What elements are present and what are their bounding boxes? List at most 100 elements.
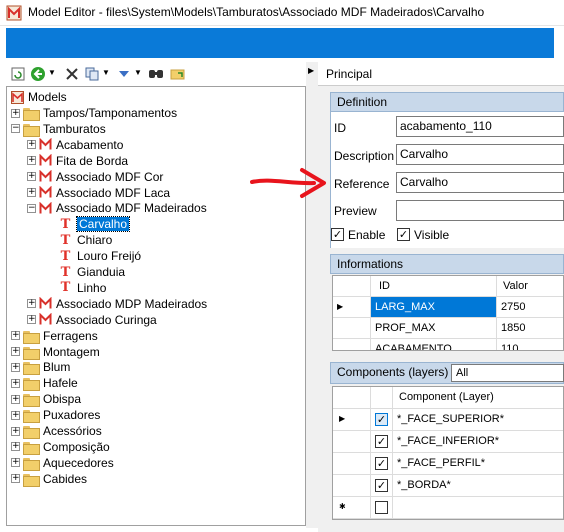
expand-icon[interactable]: +: [11, 394, 20, 404]
layer-checkbox[interactable]: ✓: [375, 435, 388, 448]
table-cell[interactable]: 2750: [497, 297, 563, 318]
expand-icon[interactable]: +: [27, 140, 36, 150]
tree-item[interactable]: + Tampos/Tamponamentos: [11, 105, 177, 121]
copy-dropdown-arrow-icon[interactable]: ▼: [102, 68, 110, 77]
col-header-component[interactable]: Component (Layer): [393, 387, 563, 409]
delete-icon[interactable]: [64, 66, 80, 82]
tree-item[interactable]: + Blum: [11, 359, 70, 376]
layer-checkbox-cell[interactable]: ✓: [371, 475, 393, 497]
tab-principal[interactable]: Principal: [318, 62, 564, 86]
arrow-down-icon[interactable]: [116, 66, 132, 82]
expand-icon[interactable]: +: [11, 458, 20, 468]
tree-item[interactable]: + Cabides: [11, 471, 87, 487]
grid-corner: [333, 387, 371, 409]
table-cell[interactable]: LARG_MAX: [371, 297, 497, 318]
description-field[interactable]: Carvalho: [396, 144, 564, 165]
expand-icon[interactable]: +: [27, 188, 36, 197]
collapse-arrow-icon[interactable]: ▶: [308, 66, 314, 75]
table-cell[interactable]: 110: [497, 339, 563, 350]
id-field[interactable]: acabamento_110: [396, 116, 564, 137]
model-editor-app-icon: [6, 5, 22, 21]
expand-icon[interactable]: +: [11, 378, 20, 388]
layer-checkbox-cell[interactable]: ✓: [371, 431, 393, 453]
expand-icon[interactable]: +: [11, 347, 20, 356]
tree-item[interactable]: + Obispa: [11, 391, 81, 408]
tree-item[interactable]: + Fita de Borda: [27, 153, 128, 169]
layer-name-cell[interactable]: *_FACE_PERFIL*: [393, 453, 563, 475]
expand-icon[interactable]: +: [11, 410, 20, 420]
expand-icon[interactable]: +: [11, 331, 20, 341]
back-icon[interactable]: [30, 66, 46, 82]
tree-item[interactable]: T Carvalho: [59, 216, 131, 233]
layer-checkbox[interactable]: ✓: [375, 479, 388, 492]
expand-icon[interactable]: +: [11, 108, 20, 118]
tree-item[interactable]: T Linho: [59, 280, 107, 296]
back-dropdown-arrow-icon[interactable]: ▼: [48, 68, 56, 77]
copy-icon[interactable]: [84, 66, 100, 82]
tree-item[interactable]: + Associado MDP Madeirados: [27, 296, 207, 312]
models-tree[interactable]: Models + Tampos/Tamponamentos − Tamburatos +…: [6, 86, 306, 526]
tree-item[interactable]: + Acessórios: [11, 423, 102, 439]
expand-icon[interactable]: +: [11, 474, 20, 484]
expand-icon[interactable]: +: [27, 315, 36, 325]
col-header-valor[interactable]: Valor: [497, 276, 563, 297]
layer-name-cell[interactable]: *_FACE_INFERIOR*: [393, 431, 563, 453]
visible-checkbox[interactable]: ✓: [397, 228, 410, 241]
table-cell[interactable]: PROF_MAX: [371, 318, 497, 339]
folder-icon: [23, 107, 40, 121]
table-cell[interactable]: ACABAMENTO: [371, 339, 497, 350]
collapse-icon[interactable]: −: [11, 124, 20, 134]
reference-field[interactable]: Carvalho: [396, 172, 564, 193]
move-dropdown-arrow-icon[interactable]: ▼: [134, 68, 142, 77]
layer-checkbox[interactable]: ✓: [375, 413, 388, 426]
expand-icon[interactable]: +: [27, 299, 36, 309]
tree-item[interactable]: + Composição: [11, 439, 110, 455]
tree-item[interactable]: + Hafele: [11, 375, 78, 392]
tree-item-label: Associado MDF Laca: [56, 185, 171, 200]
tree-item[interactable]: T Chiaro: [59, 232, 113, 248]
expand-icon[interactable]: +: [11, 442, 20, 452]
find-icon[interactable]: [148, 66, 164, 82]
tree-item[interactable]: + Montagem: [11, 344, 100, 360]
preview-field[interactable]: [396, 200, 564, 221]
texture-item-icon: T: [60, 280, 71, 296]
layer-checkbox[interactable]: [375, 501, 388, 514]
informations-grid[interactable]: ID Valor ▶ LARG_MAX 2750 PROF_MAX 1850 A…: [332, 275, 564, 351]
tree-item[interactable]: + Aquecedores: [11, 455, 114, 471]
tree-item[interactable]: − Tamburatos: [11, 121, 106, 137]
tree-item[interactable]: + Puxadores: [11, 407, 100, 424]
layer-name-cell[interactable]: *_BORDA*: [393, 475, 563, 497]
col-header-id[interactable]: ID: [371, 276, 497, 297]
refresh-icon[interactable]: [10, 66, 26, 82]
tree-item[interactable]: + Associado Curinga: [27, 312, 157, 328]
layer-checkbox-cell[interactable]: ✓: [371, 409, 393, 431]
table-cell[interactable]: 1850: [497, 318, 563, 339]
expand-icon[interactable]: +: [27, 156, 36, 166]
folder-refresh-icon[interactable]: [170, 66, 186, 82]
tab-principal-label: Principal: [326, 67, 373, 81]
layer-name-cell[interactable]: [393, 497, 563, 519]
tree-item[interactable]: + Acabamento: [27, 137, 123, 153]
expand-icon[interactable]: +: [11, 362, 20, 372]
tree-item[interactable]: + Associado MDF Laca: [27, 185, 170, 201]
texture-item-icon: T: [60, 216, 71, 232]
tree-item[interactable]: + Ferragens: [11, 328, 98, 344]
tree-item[interactable]: − Associado MDF Madeirados: [27, 200, 207, 216]
layer-checkbox-cell[interactable]: [371, 497, 393, 519]
expand-icon[interactable]: +: [11, 426, 20, 436]
tree-item[interactable]: T Gianduia: [59, 264, 125, 280]
enable-checkbox[interactable]: ✓: [331, 228, 344, 241]
components-grid[interactable]: Component (Layer) ▶ ✓ *_FACE_SUPERIOR* ✓ *_F…: [332, 386, 564, 520]
tree-root-models[interactable]: Models: [11, 89, 67, 105]
layer-filter-select[interactable]: All: [451, 364, 564, 382]
layer-name-cell[interactable]: *_FACE_SUPERIOR*: [393, 409, 563, 431]
layer-checkbox[interactable]: ✓: [375, 457, 388, 470]
collapse-icon[interactable]: −: [27, 203, 36, 213]
tree-item-label: Cabides: [43, 471, 88, 486]
folder-icon: [23, 473, 40, 487]
tree-item[interactable]: + Associado MDF Cor: [27, 169, 163, 185]
expand-icon[interactable]: +: [27, 172, 36, 182]
layer-checkbox-cell[interactable]: ✓: [371, 453, 393, 475]
tree-item[interactable]: T Louro Freijó: [59, 248, 141, 264]
panel-splitter[interactable]: ▶: [306, 62, 318, 528]
